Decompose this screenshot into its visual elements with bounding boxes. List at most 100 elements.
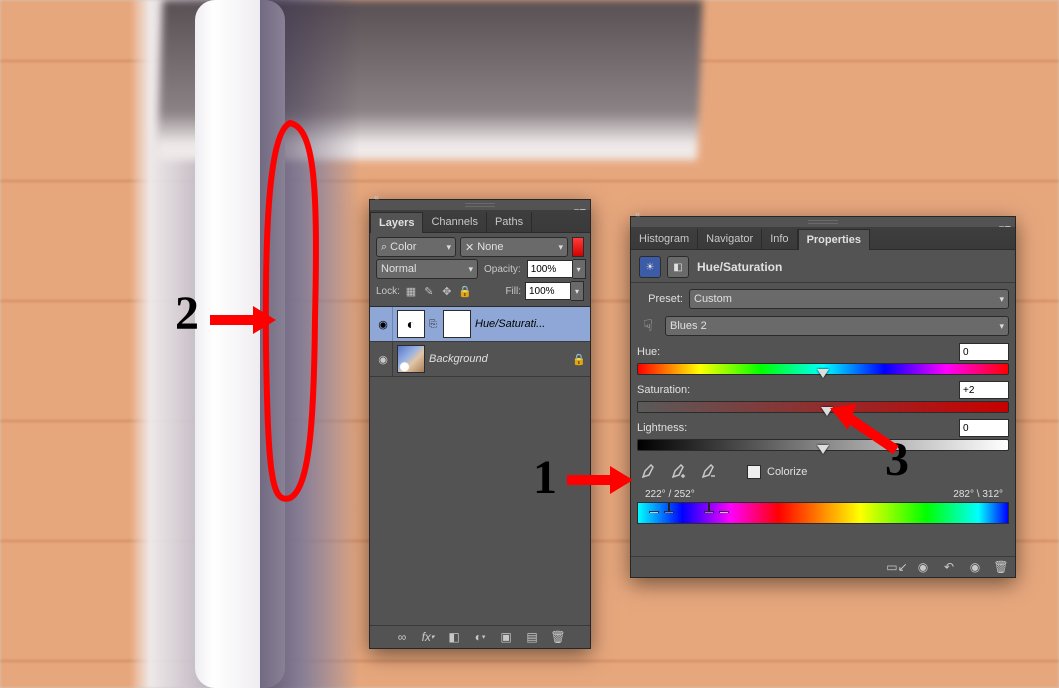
saturation-input[interactable] [959,381,1009,399]
hue-slider-knob[interactable] [817,369,829,378]
opacity-popup-button[interactable]: ▾ [573,259,586,279]
colorize-checkbox[interactable] [747,465,761,479]
filter-value-select[interactable]: ✕ None ▾ [460,237,568,257]
layer-filter-row: ⌕ Color ▾ ✕ None ▾ [376,237,584,257]
layer-row[interactable]: ◉ ◐ ⎘ Hue/Saturati... [370,307,590,342]
hue-block: Hue: [637,343,1009,375]
tab-info-label: Info [770,233,788,245]
targeted-adjustment-tool-icon[interactable]: ☟ [637,315,659,337]
reset-icon[interactable]: ↶ [941,559,957,575]
eyedropper-minus-icon[interactable] [697,461,719,483]
new-layer-icon[interactable]: ▤ [524,629,540,645]
tab-paths[interactable]: Paths [487,212,532,232]
lock-label: Lock: [376,286,400,297]
lock-position-icon[interactable]: ✥ [440,284,454,298]
mask-icon[interactable]: ◧ [446,629,462,645]
lock-all-icon[interactable]: 🔒 [458,284,472,298]
annotation-arrow-3 [826,400,906,460]
tab-channels[interactable]: Channels [423,212,486,232]
lightness-input[interactable] [959,419,1009,437]
hue-label: Hue: [637,346,660,358]
spectrum-bottom [638,513,1008,523]
clip-to-layer-icon[interactable]: ▭↙ [889,559,905,575]
trash-icon[interactable]: 🗑 [993,559,1009,575]
trash-icon[interactable]: 🗑 [550,629,566,645]
layer-thumb[interactable] [397,345,425,373]
channel-select[interactable]: Blues 2 ▾ [665,316,1009,336]
chevron-down-icon: ▾ [468,264,473,275]
adjustment-thumb[interactable]: ◐ [397,310,425,338]
fill-popup-button[interactable]: ▾ [571,281,584,301]
mask-thumb[interactable] [443,310,471,338]
annotation-number-1: 1 [533,450,557,505]
preset-value-label: Custom [694,293,732,305]
panel-drag-handle[interactable]: « ▾≡ [370,200,590,210]
spectrum-top [638,503,1008,513]
tab-info[interactable]: Info [762,229,797,249]
collapse-icon[interactable]: « [635,209,640,219]
group-icon[interactable]: ▣ [498,629,514,645]
props-panel-body: ☀ ◧ Hue/Saturation Preset: Custom ▾ ☟ Bl… [631,250,1015,528]
tab-layers[interactable]: Layers [370,212,423,233]
search-icon: ⌕ [381,241,387,254]
lock-row: Lock: ▦ ✎ ✥ 🔒 Fill: ▾ [376,281,584,301]
eyedropper-row: Colorize [637,461,1009,483]
collapse-icon[interactable]: « [374,192,379,202]
opacity-input[interactable] [527,260,573,278]
tab-navigator[interactable]: Navigator [698,229,762,249]
color-range-strip[interactable] [637,502,1009,524]
range-left-label: 222° / 252° [645,489,695,500]
layer-name-label[interactable]: Hue/Saturati... [475,318,586,330]
blend-mode-label: Normal [381,263,416,275]
tab-properties-label: Properties [807,234,861,246]
preset-select[interactable]: Custom ▾ [689,289,1009,309]
hue-slider-track[interactable] [637,363,1009,375]
eyedropper-icon[interactable] [637,461,659,483]
tab-paths-label: Paths [495,216,523,228]
props-title: Hue/Saturation [697,260,782,274]
channel-row: ☟ Blues 2 ▾ [637,315,1009,337]
adjustment-icon[interactable]: ☀ [639,256,661,278]
preset-label: Preset: [637,293,683,305]
link-layers-icon[interactable]: ∞ [394,629,410,645]
lightness-block: Lightness: [637,419,1009,451]
lock-transparency-icon[interactable]: ▦ [404,284,418,298]
chevron-down-icon: ▾ [999,321,1004,332]
saturation-block: Saturation: [637,381,1009,413]
layers-footer: ∞ fx▾ ◧ ◐▾ ▣ ▤ 🗑 [370,625,590,648]
filter-kind-label: Color [390,241,416,253]
fill-label: Fill: [505,286,521,297]
annotation-arrow-1 [565,460,635,500]
lock-image-icon[interactable]: ✎ [422,284,436,298]
lightness-slider-track[interactable] [637,439,1009,451]
props-title-row: ☀ ◧ Hue/Saturation [637,254,1009,280]
tab-navigator-label: Navigator [706,233,753,245]
filter-toggle-chip[interactable] [572,237,584,257]
layer-row[interactable]: ◉ Background 🔒 [370,342,590,377]
filter-value-label: None [477,241,503,253]
mask-icon[interactable]: ◧ [667,256,689,278]
lightness-label: Lightness: [637,422,687,434]
eyedropper-plus-icon[interactable] [667,461,689,483]
fx-icon[interactable]: fx▾ [420,629,436,645]
blend-mode-select[interactable]: Normal ▾ [376,259,478,279]
saturation-label: Saturation: [637,384,690,396]
blend-row: Normal ▾ Opacity: ▾ [376,259,584,279]
filter-kind-select[interactable]: ⌕ Color ▾ [376,237,456,257]
adjustment-layer-icon[interactable]: ◐▾ [472,629,488,645]
saturation-slider-track[interactable] [637,401,1009,413]
hue-input[interactable] [959,343,1009,361]
colorize-row[interactable]: Colorize [747,465,807,479]
layer-name-label[interactable]: Background [429,353,568,365]
visibility-icon[interactable]: ◉ [967,559,983,575]
tab-histogram[interactable]: Histogram [631,229,698,249]
fill-input[interactable] [525,282,571,300]
tab-properties[interactable]: Properties [798,229,870,250]
previous-state-icon[interactable]: ◉ [915,559,931,575]
panel-drag-handle[interactable]: « ▾≡ [631,217,1015,227]
visibility-eye-icon[interactable]: ◉ [374,307,393,341]
chevron-down-icon: ▾ [558,242,563,253]
close-icon: ✕ [465,241,474,254]
tab-histogram-label: Histogram [639,233,689,245]
visibility-eye-icon[interactable]: ◉ [374,342,393,376]
